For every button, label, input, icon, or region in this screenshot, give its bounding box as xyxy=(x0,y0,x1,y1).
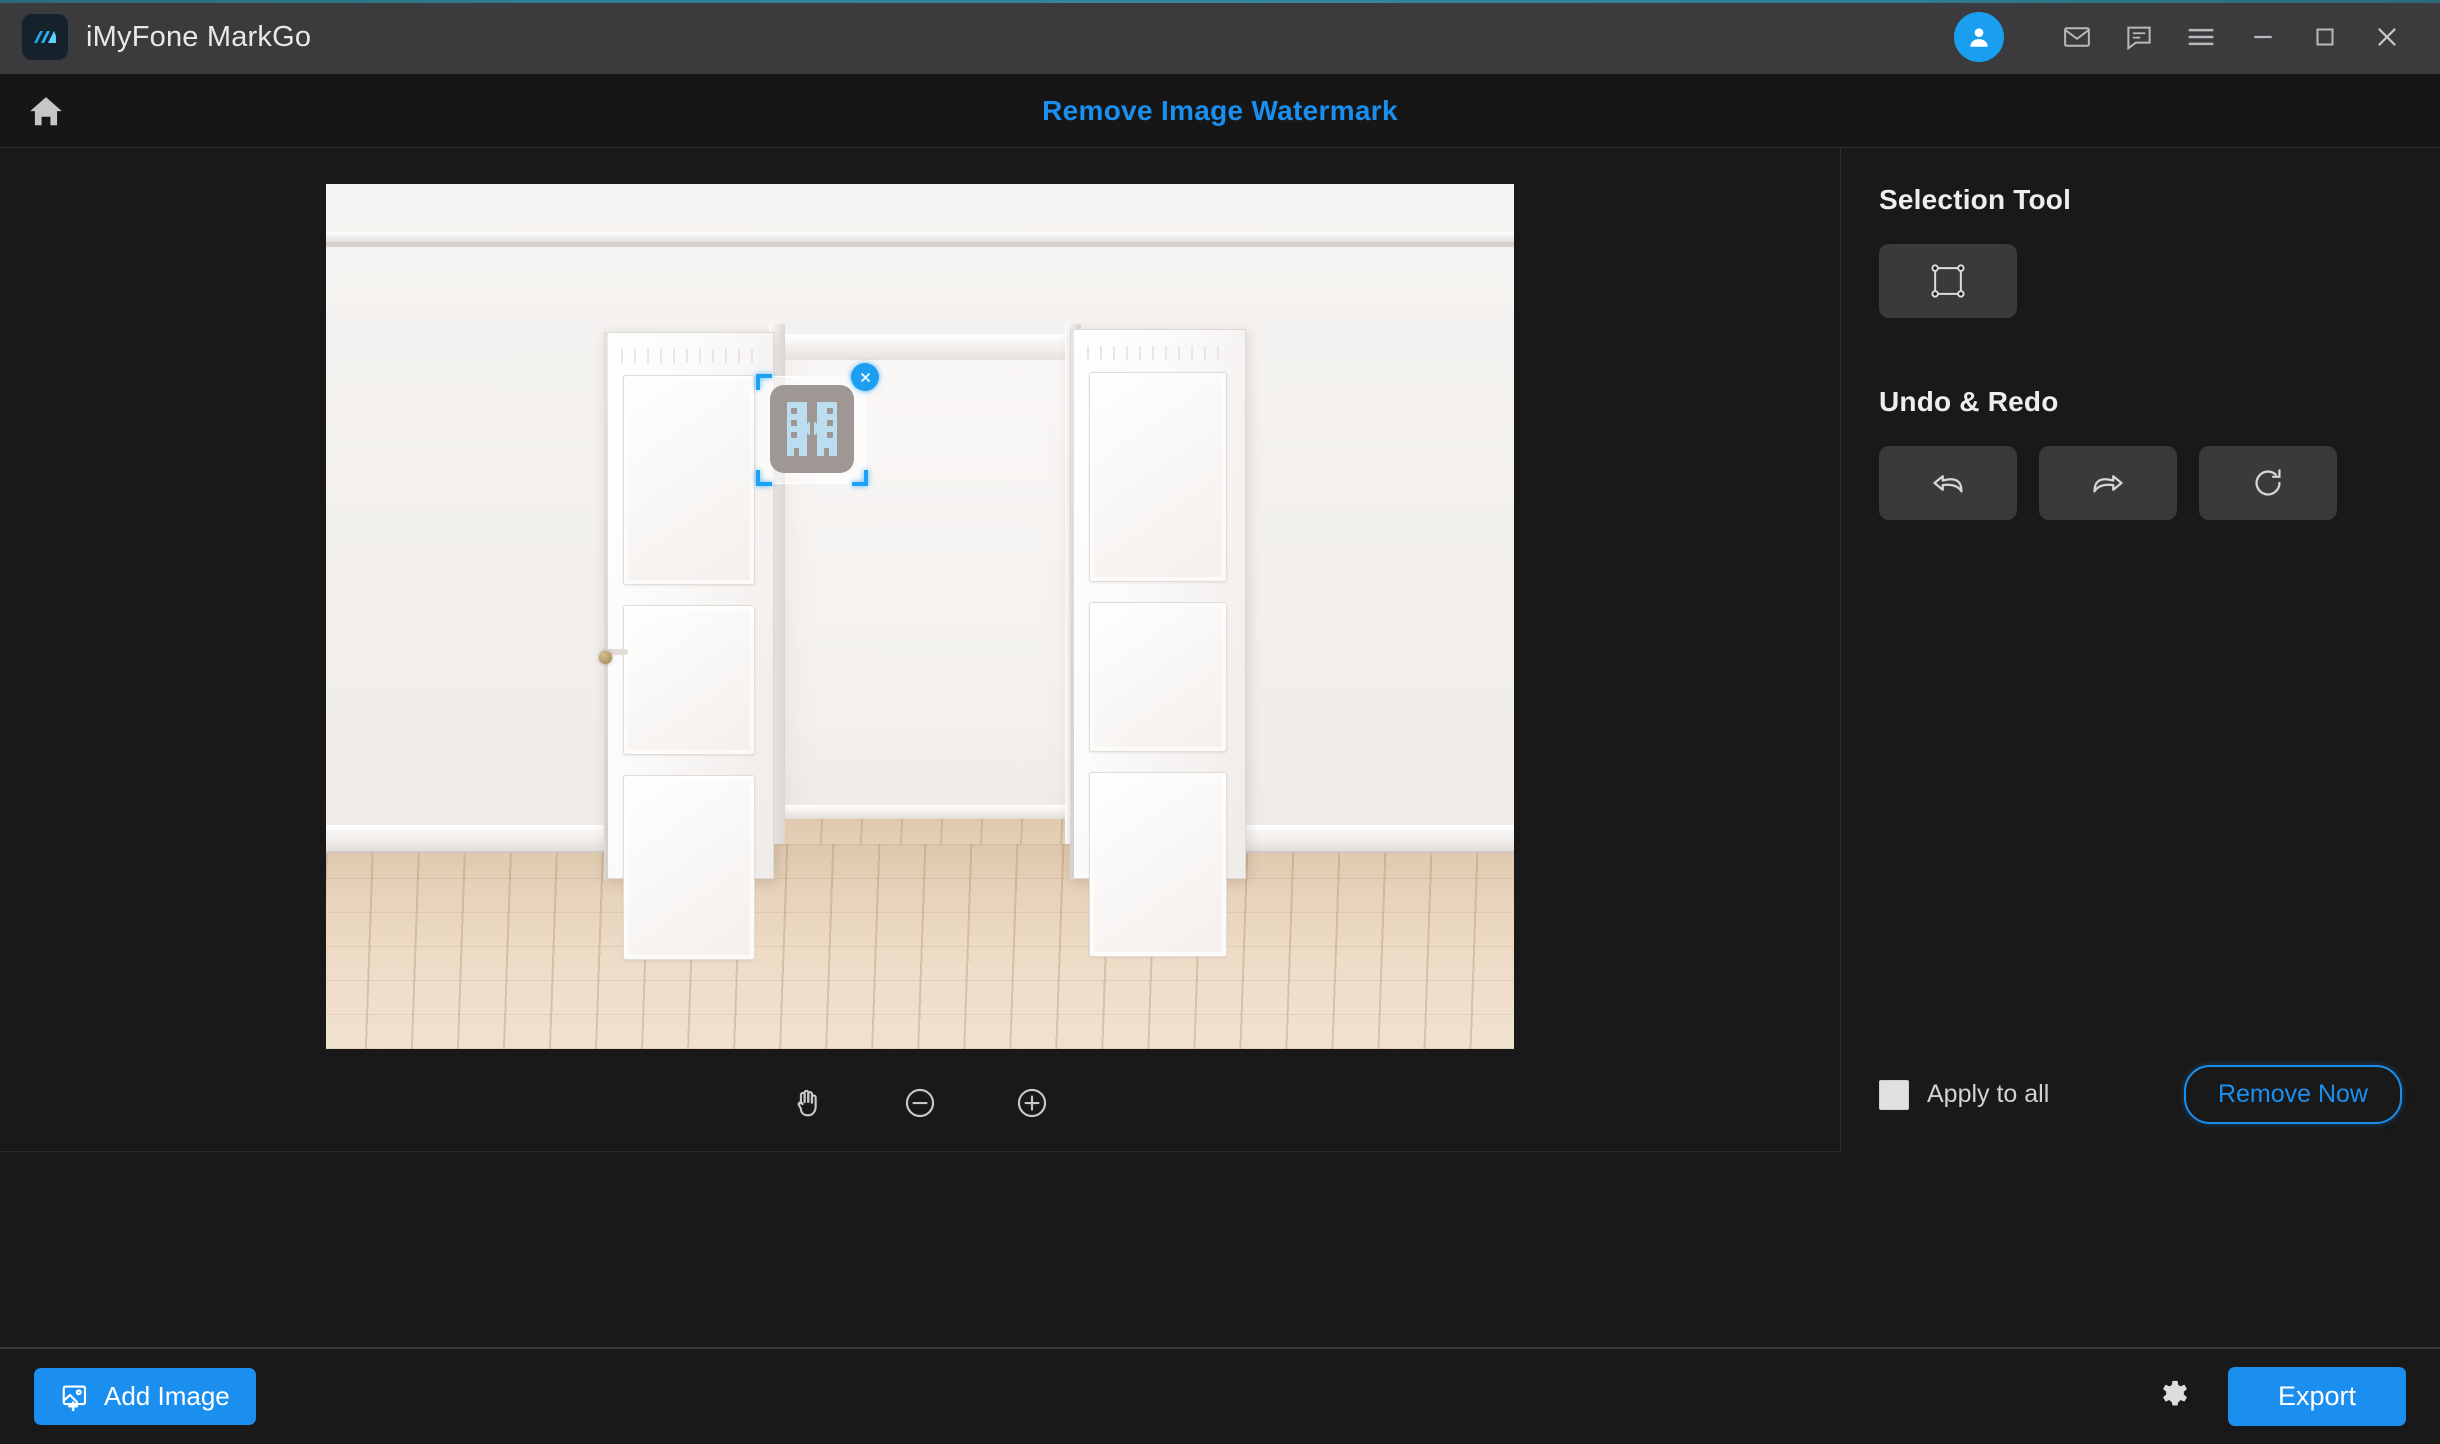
app-title: iMyFone MarkGo xyxy=(86,20,312,53)
titlebar-controls xyxy=(1954,6,2418,68)
chat-bubble-icon[interactable] xyxy=(2108,6,2170,68)
watermark-selection-box[interactable] xyxy=(756,363,879,486)
maximize-icon[interactable] xyxy=(2294,6,2356,68)
close-icon[interactable] xyxy=(2356,6,2418,68)
resize-handle-bottom-left[interactable] xyxy=(756,470,772,486)
footer-bar: Add Image Export xyxy=(0,1348,2440,1444)
hamburger-menu-icon[interactable] xyxy=(2170,6,2232,68)
reset-refresh-icon[interactable] xyxy=(2199,446,2337,520)
export-button[interactable]: Export xyxy=(2227,1367,2406,1426)
zoom-toolbar xyxy=(782,1077,1058,1129)
markgo-logo-icon xyxy=(22,14,68,60)
apply-to-all-checkbox[interactable] xyxy=(1879,1079,1909,1110)
filmstrip: 1 File(s) xyxy=(0,1152,2440,1348)
selection-tool-heading: Selection Tool xyxy=(1879,184,2072,215)
top-accent-line xyxy=(0,0,2440,3)
zoom-out-icon[interactable] xyxy=(894,1077,946,1129)
user-avatar-icon[interactable] xyxy=(1954,12,2004,62)
door-right xyxy=(1070,329,1246,957)
add-image-label: Add Image xyxy=(104,1381,230,1411)
body-row: Selection Tool Undo & Redo Apply to all … xyxy=(0,148,2440,1152)
resize-handle-top-left[interactable] xyxy=(756,374,772,390)
resize-handle-bottom-right[interactable] xyxy=(852,470,868,486)
selection-tool-row xyxy=(1879,244,2402,318)
page-title: Remove Image Watermark xyxy=(1042,94,1398,126)
undo-redo-row xyxy=(1879,446,2402,520)
right-sidebar: Selection Tool Undo & Redo Apply to all … xyxy=(1840,148,2440,1152)
header-bar: Remove Image Watermark xyxy=(0,74,2440,148)
rectangle-select-icon[interactable] xyxy=(1879,244,2017,318)
mail-icon[interactable] xyxy=(2046,6,2108,68)
minimize-icon[interactable] xyxy=(2232,6,2294,68)
add-image-button[interactable]: Add Image xyxy=(34,1368,256,1425)
apply-to-all-label: Apply to all xyxy=(1927,1080,2050,1108)
image-canvas[interactable] xyxy=(326,184,1514,1049)
add-image-icon xyxy=(60,1382,90,1412)
title-bar: iMyFone MarkGo xyxy=(0,0,2440,74)
undo-arrow-icon[interactable] xyxy=(1879,446,2017,520)
footer-actions: Export xyxy=(2156,1367,2406,1426)
home-icon[interactable] xyxy=(0,74,92,148)
close-x-icon[interactable] xyxy=(851,363,879,391)
app-window: iMyFone MarkGo Remove Image Watermark Se… xyxy=(0,0,2440,1444)
apply-to-all-control[interactable]: Apply to all xyxy=(1879,1079,2050,1110)
redo-arrow-icon[interactable] xyxy=(2039,446,2177,520)
zoom-in-icon[interactable] xyxy=(1006,1077,1058,1129)
sidebar-actions: Apply to all Remove Now xyxy=(1879,1065,2402,1124)
film-strip-watermark-icon xyxy=(770,385,854,473)
gear-icon[interactable] xyxy=(2156,1378,2194,1416)
door-left xyxy=(599,332,774,960)
room-photo xyxy=(326,184,1514,1049)
canvas-pane xyxy=(0,148,1840,1152)
undo-redo-heading: Undo & Redo xyxy=(1879,386,2059,417)
hand-pan-icon[interactable] xyxy=(782,1077,834,1129)
remove-now-button[interactable]: Remove Now xyxy=(2183,1065,2402,1124)
brand: iMyFone MarkGo xyxy=(22,14,311,60)
